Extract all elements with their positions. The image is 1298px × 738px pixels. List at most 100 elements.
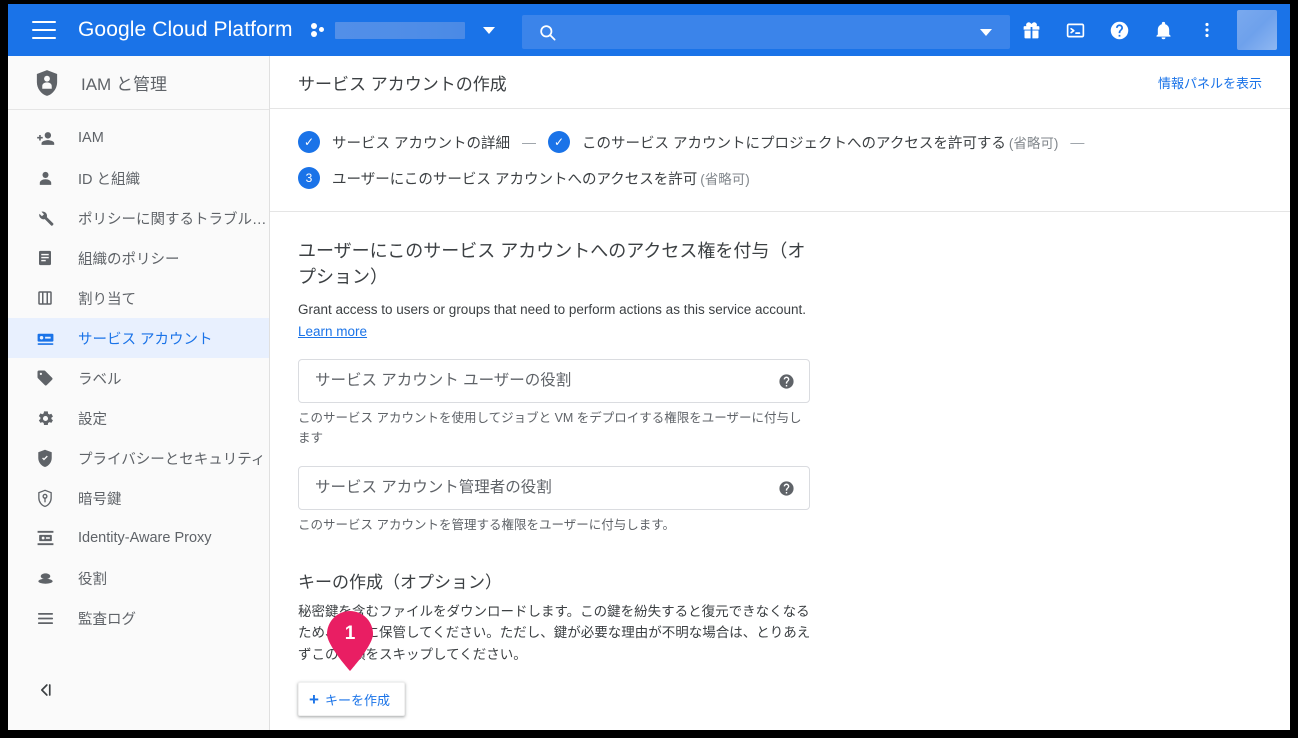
sidebar-item-policy-troubleshooter[interactable]: ポリシーに関するトラブル… [8, 198, 269, 238]
step-badge-current: 3 [298, 167, 320, 189]
step-optional-tag: (省略可) [1008, 136, 1059, 151]
step-service-account-details[interactable]: ✓ サービス アカウントの詳細 [298, 131, 510, 153]
search-input[interactable] [571, 23, 980, 41]
sidebar: IAM と管理 IAM ID と組織 ポリシーに関するトラブル… 組織のポリシー… [8, 56, 270, 730]
main-content: サービス アカウントの作成 情報パネルを表示 ✓ サービス アカウントの詳細 —… [270, 56, 1290, 730]
sidebar-item-cryptographic-keys[interactable]: 暗号鍵 [8, 478, 269, 518]
person-circle-icon [34, 167, 56, 189]
audit-logs-icon [34, 607, 56, 629]
sidebar-item-label: ポリシーに関するトラブル… [78, 211, 267, 228]
iam-shield-person-icon [34, 69, 60, 97]
collapse-sidebar-icon[interactable] [36, 680, 56, 700]
step-separator: — [1070, 134, 1085, 150]
step-grant-user-access[interactable]: 3 ユーザーにこのサービス アカウントへのアクセスを許可 (省略可) [298, 167, 750, 189]
sidebar-item-label: 役割 [78, 571, 107, 588]
help-circle-icon[interactable] [778, 373, 795, 390]
service-account-admins-role-hint: このサービス アカウントを管理する権限をユーザーに付与します。 [298, 518, 675, 533]
wrench-icon [34, 207, 56, 229]
sidebar-item-iam[interactable]: IAM [8, 118, 269, 158]
step-label: このサービス アカウントにプロジェクトへのアクセスを許可する [582, 135, 1006, 152]
top-bar-icon-group [1009, 4, 1290, 56]
service-account-users-role-hint: このサービス アカウントを使用してジョブと VM をデプロイする権限をユーザーに… [298, 411, 802, 445]
service-account-key-icon [34, 327, 56, 349]
sidebar-title: IAM と管理 [81, 75, 167, 94]
help-circle-icon[interactable] [778, 480, 795, 497]
sidebar-item-label: 組織のポリシー [78, 251, 180, 268]
tag-icon [34, 367, 56, 389]
search-bar[interactable] [522, 15, 1010, 49]
chevron-down-icon [482, 26, 495, 34]
cloud-shell-icon[interactable] [1055, 10, 1095, 50]
project-name-redacted [334, 21, 465, 39]
sidebar-item-label: Identity-Aware Proxy [78, 530, 212, 546]
project-selector[interactable] [310, 21, 495, 39]
service-account-users-role-input[interactable] [313, 371, 778, 392]
sidebar-item-label: ID と組織 [78, 171, 141, 188]
encryption-key-shield-icon [34, 487, 56, 509]
document-icon [34, 247, 56, 269]
sidebar-item-label: 設定 [78, 411, 107, 428]
sidebar-item-service-accounts[interactable]: サービス アカウント [8, 318, 269, 358]
stepper-row-2: 3 ユーザーにこのサービス アカウントへのアクセスを許可 (省略可) [298, 167, 1262, 189]
gift-icon[interactable] [1011, 10, 1051, 50]
learn-more-link[interactable]: Learn more [298, 324, 367, 339]
sidebar-item-label: 監査ログ [78, 611, 136, 628]
sidebar-item-labels[interactable]: ラベル [8, 358, 269, 398]
brand-title: Google Cloud Platform [78, 18, 293, 41]
top-navigation-bar: Google Cloud Platform [8, 4, 1290, 56]
sidebar-item-roles[interactable]: 役割 [8, 558, 269, 598]
notifications-bell-icon[interactable] [1143, 10, 1183, 50]
sidebar-item-privacy-security[interactable]: プライバシーとセキュリティ [8, 438, 269, 478]
gear-icon [34, 407, 56, 429]
person-add-icon [34, 127, 56, 149]
sidebar-header: IAM と管理 [8, 56, 269, 110]
app-window: Google Cloud Platform IAM と管理 IAM ID と組織… [8, 4, 1290, 730]
roles-icon [34, 567, 56, 589]
sidebar-item-label: サービス アカウント [78, 331, 213, 348]
grant-section-title: ユーザーにこのサービス アカウントへのアクセス権を付与（オプション） [298, 241, 806, 288]
sidebar-item-label: 暗号鍵 [78, 491, 122, 508]
sidebar-item-label: IAM [78, 130, 104, 146]
more-options-icon[interactable] [1187, 10, 1227, 50]
page-title: サービス アカウントの作成 [298, 74, 507, 94]
sidebar-item-quotas[interactable]: 割り当て [8, 278, 269, 318]
page-header: サービス アカウントの作成 情報パネルを表示 [270, 56, 1290, 109]
project-dots-icon [310, 22, 327, 38]
sidebar-item-identity-aware-proxy[interactable]: Identity-Aware Proxy [8, 518, 269, 558]
shield-check-icon [34, 447, 56, 469]
help-icon[interactable] [1099, 10, 1139, 50]
step-optional-tag: (省略可) [700, 172, 750, 187]
step-separator: — [522, 134, 537, 150]
sidebar-item-identity-org[interactable]: ID と組織 [8, 158, 269, 198]
sidebar-item-label: プライバシーとセキュリティ [78, 451, 266, 468]
wizard-stepper: ✓ サービス アカウントの詳細 — ✓ このサービス アカウントにプロジェクトへ… [270, 109, 1290, 212]
search-chevron-down-icon[interactable] [980, 28, 992, 36]
sidebar-item-settings[interactable]: 設定 [8, 398, 269, 438]
quota-icon [34, 287, 56, 309]
keys-section-description: 秘密鍵を含むファイルをダウンロードします。この鍵を紛失すると復元できなくなるため… [298, 603, 811, 663]
step-badge-complete: ✓ [298, 131, 320, 153]
grant-section-description: Grant access to users or groups that nee… [298, 302, 806, 318]
step-grant-project-access[interactable]: ✓ このサービス アカウントにプロジェクトへのアクセスを許可する (省略可) [548, 131, 1058, 153]
service-account-users-role-field[interactable] [298, 359, 810, 404]
step-label: ユーザーにこのサービス アカウントへのアクセスを許可 [332, 171, 698, 188]
hamburger-menu-icon[interactable] [32, 21, 56, 39]
keys-section: キーの作成（オプション） 秘密鍵を含むファイルをダウンロードします。この鍵を紛失… [298, 568, 1262, 717]
create-key-button[interactable]: + キーを作成 [298, 682, 405, 717]
keys-section-title: キーの作成（オプション） [298, 572, 502, 592]
sidebar-nav-list: IAM ID と組織 ポリシーに関するトラブル… 組織のポリシー 割り当て サー… [8, 110, 269, 638]
search-icon [538, 23, 557, 42]
iap-icon [34, 527, 56, 549]
show-info-panel-link[interactable]: 情報パネルを表示 [1158, 73, 1262, 92]
sidebar-item-org-policies[interactable]: 組織のポリシー [8, 238, 269, 278]
sidebar-item-label: ラベル [78, 371, 122, 388]
sidebar-item-audit-logs[interactable]: 監査ログ [8, 598, 269, 638]
plus-icon: + [309, 689, 319, 709]
step-label: サービス アカウントの詳細 [332, 135, 511, 152]
service-account-admins-role-input[interactable] [313, 478, 778, 499]
form-body: ユーザーにこのサービス アカウントへのアクセス権を付与（オプション） Grant… [270, 212, 1290, 717]
stepper-row-1: ✓ サービス アカウントの詳細 — ✓ このサービス アカウントにプロジェクトへ… [298, 131, 1262, 153]
service-account-admins-role-field[interactable] [298, 466, 810, 511]
create-key-button-label: キーを作成 [324, 692, 390, 708]
user-avatar[interactable] [1237, 10, 1277, 50]
